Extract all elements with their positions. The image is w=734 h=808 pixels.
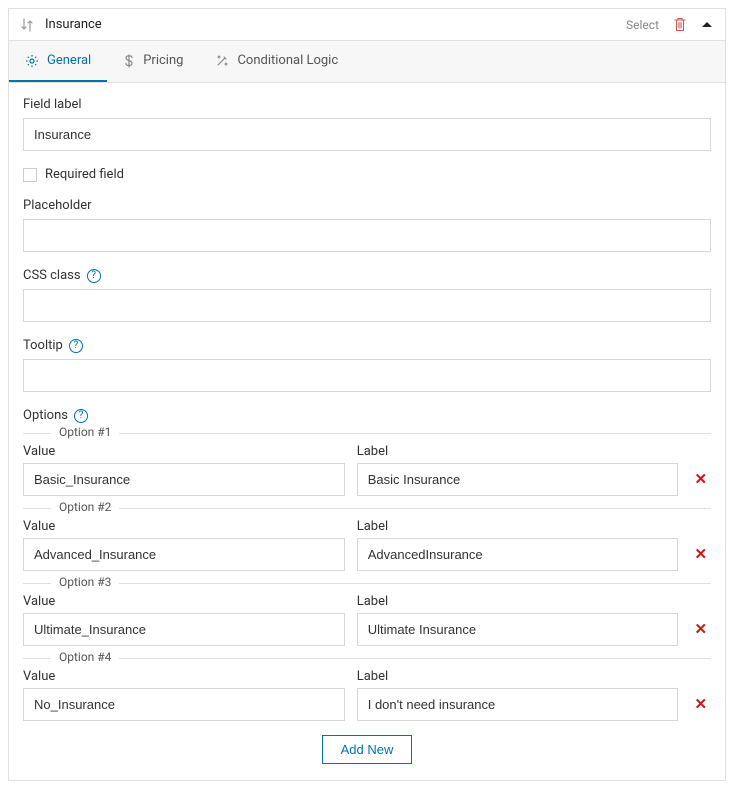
- option-legend: Option #4: [51, 650, 119, 664]
- value-caption: Value: [23, 669, 345, 684]
- required-label: Required field: [45, 167, 124, 182]
- panel-body: Field label Required field Placeholder C…: [9, 83, 725, 780]
- drag-handle-icon[interactable]: [21, 18, 33, 32]
- panel-header: Insurance Select: [9, 9, 725, 40]
- css-class-input[interactable]: [23, 289, 711, 322]
- tooltip-caption: Tooltip ?: [23, 338, 711, 353]
- field-label-group: Field label: [23, 97, 711, 151]
- value-caption: Value: [23, 444, 345, 459]
- option-divider: Option #2: [23, 508, 711, 509]
- delete-option-icon[interactable]: ✕: [690, 545, 711, 571]
- required-field-row: Required field: [23, 167, 711, 182]
- placeholder-group: Placeholder: [23, 198, 711, 252]
- required-checkbox[interactable]: [23, 168, 37, 182]
- placeholder-caption: Placeholder: [23, 198, 711, 213]
- option-legend: Option #3: [51, 575, 119, 589]
- option-divider: Option #4: [23, 658, 711, 659]
- label-caption: Label: [357, 444, 679, 459]
- css-class-caption: CSS class ?: [23, 268, 711, 283]
- dollar-icon: [123, 54, 135, 68]
- tab-pricing[interactable]: Pricing: [107, 41, 199, 82]
- delete-option-icon[interactable]: ✕: [690, 620, 711, 646]
- label-caption: Label: [357, 519, 679, 534]
- label-caption: Label: [357, 669, 679, 684]
- option-label-input[interactable]: [357, 613, 679, 646]
- option-block: Option #1 Value Label ✕: [23, 433, 711, 496]
- option-value-input[interactable]: [23, 613, 345, 646]
- css-class-group: CSS class ?: [23, 268, 711, 322]
- field-label-caption: Field label: [23, 97, 711, 112]
- delete-option-icon[interactable]: ✕: [690, 695, 711, 721]
- help-icon[interactable]: ?: [87, 269, 101, 283]
- option-divider: Option #1: [23, 433, 711, 434]
- option-block: Option #3 Value Label ✕: [23, 583, 711, 646]
- option-value-input[interactable]: [23, 688, 345, 721]
- add-new-button[interactable]: Add New: [322, 735, 413, 764]
- value-caption: Value: [23, 594, 345, 609]
- tab-conditional-logic[interactable]: Conditional Logic: [199, 41, 354, 82]
- tabs-bar: General Pricing Conditional Logic: [9, 40, 725, 83]
- help-icon[interactable]: ?: [74, 409, 88, 423]
- tab-general[interactable]: General: [9, 41, 107, 82]
- option-legend: Option #2: [51, 500, 119, 514]
- delete-option-icon[interactable]: ✕: [690, 470, 711, 496]
- option-legend: Option #1: [51, 425, 119, 439]
- option-divider: Option #3: [23, 583, 711, 584]
- options-caption: Options ?: [23, 408, 711, 423]
- option-value-input[interactable]: [23, 463, 345, 496]
- placeholder-input[interactable]: [23, 219, 711, 252]
- option-label-input[interactable]: [357, 538, 679, 571]
- trash-icon[interactable]: [673, 17, 687, 32]
- tab-label: Conditional Logic: [237, 53, 338, 68]
- value-caption: Value: [23, 519, 345, 534]
- tab-label: General: [47, 53, 91, 68]
- select-label[interactable]: Select: [626, 18, 659, 32]
- option-block: Option #4 Value Label ✕: [23, 658, 711, 721]
- panel-title: Insurance: [45, 17, 626, 32]
- tooltip-input[interactable]: [23, 359, 711, 392]
- gear-icon: [25, 54, 39, 68]
- option-label-input[interactable]: [357, 688, 679, 721]
- option-value-input[interactable]: [23, 538, 345, 571]
- field-label-input[interactable]: [23, 118, 711, 151]
- tooltip-group: Tooltip ?: [23, 338, 711, 392]
- tab-label: Pricing: [143, 53, 183, 68]
- help-icon[interactable]: ?: [69, 339, 83, 353]
- field-editor-panel: Insurance Select General Pricing Conditi…: [8, 8, 726, 781]
- label-caption: Label: [357, 594, 679, 609]
- option-block: Option #2 Value Label ✕: [23, 508, 711, 571]
- wand-icon: [215, 54, 229, 68]
- option-label-input[interactable]: [357, 463, 679, 496]
- collapse-icon[interactable]: [701, 21, 713, 29]
